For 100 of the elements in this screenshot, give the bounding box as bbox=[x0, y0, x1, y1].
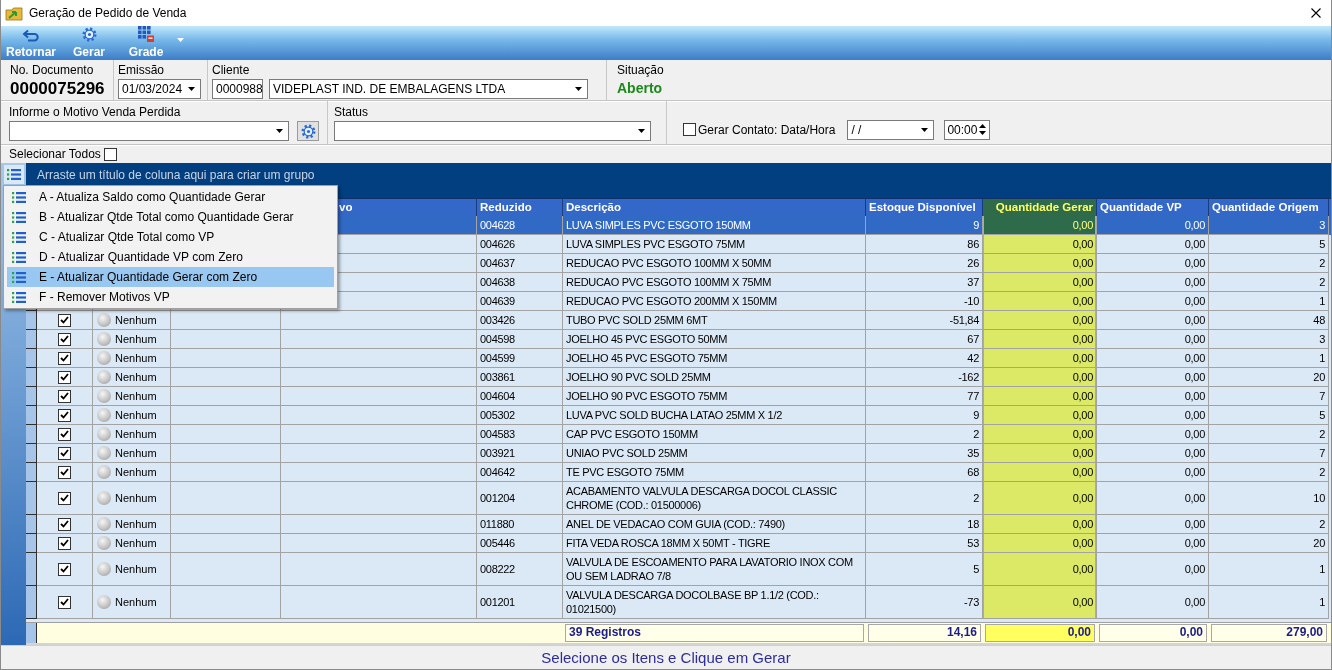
table-cell: 0,00 bbox=[983, 444, 1097, 463]
spin-arrows-icon[interactable] bbox=[979, 124, 987, 135]
row-indicator[interactable] bbox=[26, 311, 37, 330]
status-orb-icon bbox=[97, 517, 111, 531]
row-indicator[interactable] bbox=[26, 463, 37, 482]
status-text: Nenhum bbox=[115, 389, 157, 403]
table-cell: 0,00 bbox=[983, 330, 1097, 349]
caret-icon[interactable] bbox=[276, 129, 283, 133]
menu-item[interactable]: E - Atualizar Quantidade Gerar com Zero bbox=[7, 267, 334, 287]
field-label: Informe o Motivo Venda Perdida bbox=[9, 105, 182, 119]
checkbox[interactable] bbox=[58, 389, 71, 403]
time-field[interactable]: 00:00 bbox=[944, 119, 991, 140]
row-indicator[interactable] bbox=[26, 349, 37, 368]
list-icon bbox=[12, 291, 26, 303]
row-indicator[interactable] bbox=[26, 387, 37, 406]
checkbox[interactable] bbox=[58, 446, 71, 460]
gear-button[interactable] bbox=[297, 121, 319, 141]
table-row[interactable]: Nenhum 001201 VALVULA DESCARGA DOCOLBASE BP 1.1/2 (COD.: 01021500) -73 0,00 0,00 1 bbox=[26, 586, 1331, 619]
status-text: Nenhum bbox=[115, 465, 157, 479]
date-dropdown[interactable]: 01/03/2024 bbox=[118, 79, 201, 99]
table-cell: 0,00 bbox=[983, 586, 1097, 619]
row-indicator[interactable] bbox=[26, 482, 37, 515]
status-text: Nenhum bbox=[115, 446, 157, 460]
table-cell: 0,00 bbox=[983, 534, 1097, 553]
status-dropdown[interactable] bbox=[334, 121, 651, 141]
checkbox[interactable] bbox=[58, 370, 71, 384]
row-indicator[interactable] bbox=[26, 553, 37, 586]
checkbox[interactable] bbox=[58, 465, 71, 479]
checkbox[interactable] bbox=[58, 517, 71, 531]
row-indicator[interactable] bbox=[26, 444, 37, 463]
table-row[interactable]: Nenhum 001204 ACABAMENTO VALVULA DESCARGA DOCOL CLASSIC CHROME (COD.: 01500006) 2 0,00 0,00 10 bbox=[26, 482, 1331, 515]
client-dropdown[interactable]: VIDEPLAST IND. DE EMBALAGENS LTDA bbox=[269, 79, 588, 99]
status-text: Nenhum bbox=[115, 332, 157, 346]
table-cell: 0,00 bbox=[983, 387, 1097, 406]
caret-icon[interactable] bbox=[638, 129, 645, 133]
table-row[interactable]: Nenhum 004599 JOELHO 45 PVC ESGOTO 75MM 42 0,00 0,00 1 bbox=[26, 349, 1331, 368]
checkbox-label: Gerar Contato: Data/Hora bbox=[698, 122, 836, 137]
table-cell: 0,00 bbox=[983, 515, 1097, 534]
total-value: 14,16 bbox=[868, 624, 981, 642]
status-text: Nenhum bbox=[115, 427, 157, 441]
checkbox[interactable] bbox=[103, 147, 117, 161]
client-code-field[interactable]: 0000988 bbox=[212, 79, 263, 99]
table-cell: 0,00 bbox=[1097, 586, 1209, 619]
menu-button[interactable] bbox=[3, 165, 24, 184]
table-row[interactable]: Nenhum 004583 CAP PVC ESGOTO 150MM 2 0,00 0,00 2 bbox=[26, 425, 1331, 444]
checkbox[interactable] bbox=[58, 313, 71, 327]
list-icon bbox=[12, 191, 26, 203]
status-orb-icon bbox=[97, 351, 111, 365]
checkbox[interactable] bbox=[683, 123, 696, 136]
close-icon[interactable] bbox=[1311, 8, 1321, 18]
table-row[interactable]: Nenhum 003426 TUBO PVC SOLD 25MM 6MT -51,84 0,00 0,00 48 bbox=[26, 311, 1331, 330]
table-cell: 1 bbox=[1209, 586, 1329, 619]
checkbox[interactable] bbox=[58, 595, 71, 609]
window-title: Geração de Pedido de Venda bbox=[29, 6, 188, 20]
table-row[interactable]: Nenhum 005302 LUVA PVC SOLD BUCHA LATAO 25MM X 1/2 9 0,00 0,00 5 bbox=[26, 406, 1331, 425]
checkbox[interactable] bbox=[58, 332, 71, 346]
row-indicator[interactable] bbox=[26, 586, 37, 619]
checkbox[interactable] bbox=[58, 562, 71, 576]
table-cell: 0,00 bbox=[983, 311, 1097, 330]
field-label: Situação bbox=[617, 63, 665, 77]
row-indicator[interactable] bbox=[26, 406, 37, 425]
row-indicator[interactable] bbox=[26, 534, 37, 553]
status-value: Aberto bbox=[617, 79, 664, 97]
checkbox[interactable] bbox=[58, 408, 71, 422]
gear-icon bbox=[81, 27, 97, 42]
table-row[interactable]: Nenhum 004598 JOELHO 45 PVC ESGOTO 50MM 67 0,00 0,00 3 bbox=[26, 330, 1331, 349]
checkbox[interactable] bbox=[58, 427, 71, 441]
status-text: Nenhum bbox=[115, 562, 157, 576]
total-value: 0,00 bbox=[985, 624, 1095, 642]
total-value: 279,00 bbox=[1211, 624, 1327, 642]
caret-icon[interactable] bbox=[188, 87, 195, 91]
table-row[interactable]: Nenhum 008222 VALVULA DE ESCOAMENTO PARA LAVATORIO INOX COM OU SEM LADRAO 7/8 5 0,00 0,00 1 bbox=[26, 553, 1331, 586]
column-header[interactable]: Quantidade Gerar bbox=[983, 199, 1097, 216]
table-cell: 0,00 bbox=[983, 553, 1097, 586]
date-dropdown[interactable]: / / bbox=[847, 119, 935, 140]
checkbox[interactable] bbox=[58, 491, 71, 505]
table-row[interactable]: Nenhum 003861 JOELHO 90 PVC SOLD 25MM -162 0,00 0,00 20 bbox=[26, 368, 1331, 387]
group-hint: Arraste um título de coluna aqui para criar um grupo bbox=[37, 168, 315, 182]
table-row[interactable]: Nenhum 005446 FITA VEDA ROSCA 18MM X 50MT - TIGRE 53 0,00 0,00 20 bbox=[26, 534, 1331, 553]
status-text: Nenhum bbox=[115, 595, 157, 609]
table-cell: 0,00 bbox=[983, 235, 1097, 254]
undo-arrow-icon bbox=[22, 29, 40, 42]
status-orb-icon bbox=[97, 389, 111, 403]
row-indicator[interactable] bbox=[26, 425, 37, 444]
status-text: Nenhum bbox=[115, 536, 157, 550]
row-indicator[interactable] bbox=[26, 330, 37, 349]
table-row[interactable]: Nenhum 003921 UNIAO PVC SOLD 25MM 35 0,00 0,00 7 bbox=[26, 444, 1331, 463]
field-label: Cliente bbox=[212, 63, 251, 77]
status-text: Nenhum bbox=[115, 491, 157, 505]
table-row[interactable]: Nenhum 004604 JOELHO 90 PVC ESGOTO 75MM 77 0,00 0,00 7 bbox=[26, 387, 1331, 406]
status-text: Nenhum bbox=[115, 370, 157, 384]
row-indicator[interactable] bbox=[26, 515, 37, 534]
row-indicator[interactable] bbox=[26, 368, 37, 387]
reason-dropdown[interactable] bbox=[9, 121, 289, 141]
checkbox[interactable] bbox=[58, 536, 71, 550]
caret-icon[interactable] bbox=[575, 87, 582, 91]
checkbox[interactable] bbox=[58, 351, 71, 365]
table-row[interactable]: Nenhum 004642 TE PVC ESGOTO 75MM 68 0,00 0,00 2 bbox=[26, 463, 1331, 482]
caret-icon[interactable] bbox=[921, 127, 929, 132]
table-row[interactable]: Nenhum 011880 ANEL DE VEDACAO COM GUIA (COD.: 7490) 18 0,00 0,00 2 bbox=[26, 515, 1331, 534]
